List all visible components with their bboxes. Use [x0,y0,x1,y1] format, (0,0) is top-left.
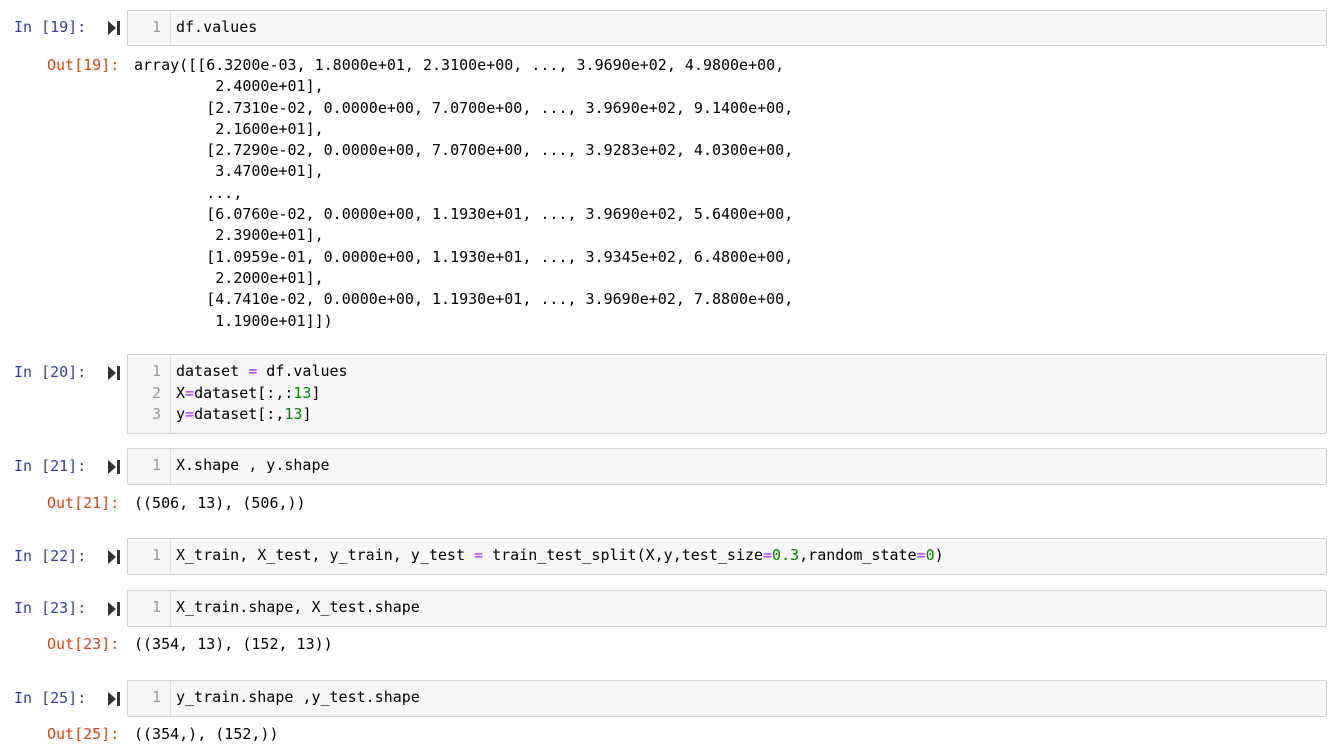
code-operator: = [185,383,195,402]
code-number: 0.3 [772,546,800,564]
line-number: 1 [151,546,161,564]
out-prompt: Out[19]: [47,56,120,74]
code-operator: = [474,546,484,564]
in-prompt: In [21]: [14,457,87,475]
code-text: dataset = df.values [176,361,348,382]
line-number: 1 [151,598,161,616]
run-cell-icon[interactable] [108,602,120,616]
code-text: y_train.shape ,y_test.shape [176,687,420,708]
code-text: y=dataset[:,13] [176,404,311,425]
code-token: X_train.shape, X_test.shape [176,598,420,616]
code-number: 13 [293,383,312,402]
line-number: 1 [151,18,161,36]
in-prompt: In [25]: [14,689,87,707]
in-prompt: In [19]: [14,18,87,36]
code-line: 1 X.shape , y.shape [128,455,1326,476]
code-editor[interactable]: 1 y_train.shape ,y_test.shape [127,680,1327,717]
code-token: ,random_state [799,546,917,564]
out-prompt: Out[25]: [47,725,120,743]
code-operator: = [248,362,258,380]
code-text: df.values [176,17,257,38]
code-token: df.values [176,18,258,36]
code-text: X_train.shape, X_test.shape [176,597,420,618]
code-token: train_test_split(X,y,test_size [483,546,764,564]
code-text: X=dataset[:,:13] [176,383,321,404]
code-number: 13 [284,405,303,423]
code-token: dataset[:,: [194,383,294,402]
line-number: 3 [151,405,161,423]
in-prompt: In [23]: [14,599,87,617]
code-editor[interactable]: 1 X.shape , y.shape [127,448,1327,485]
out-prompt: Out[23]: [47,635,120,653]
cell-output: ((506, 13), (506,)) [134,494,306,512]
code-line: 3 y=dataset[:,13] [128,404,1326,425]
code-token: X_train, X_test, y_train, y_test [176,546,475,564]
code-line: 1 dataset = df.values [128,361,1326,382]
line-number: 2 [151,383,161,402]
code-line: 1 df.values [128,17,1326,38]
code-line: 1 X_train.shape, X_test.shape [128,597,1326,618]
code-line: 2 X=dataset[:,:13] [128,383,1326,404]
code-token: dataset[:, [194,405,285,423]
code-token: ) [934,546,944,564]
code-token: dataset [176,362,249,380]
line-number: 1 [151,456,161,474]
code-editor[interactable]: 1 X_train, X_test, y_train, y_test = trai… [127,538,1327,575]
code-editor[interactable]: 1 X_train.shape, X_test.shape [127,590,1327,627]
cell-output: ((354, 13), (152, 13)) [134,635,333,653]
code-token: ] [311,383,321,402]
code-token: df.values [257,362,348,380]
code-text: X.shape , y.shape [176,455,330,476]
run-cell-icon[interactable] [108,460,120,474]
line-number: 1 [151,362,161,380]
code-token: X [176,383,186,402]
in-prompt: In [22]: [14,547,87,565]
run-cell-icon[interactable] [108,21,120,35]
code-editor[interactable]: 1 dataset = df.values 2 X=dataset[:,:13] 3 y=… [127,354,1327,434]
cell-output: array([[6.3200e-03, 1.8000e+01, 2.3100e+… [134,56,794,330]
code-operator: = [916,546,926,564]
code-operator: = [763,546,773,564]
out-prompt: Out[21]: [47,494,120,512]
code-token: y [176,405,186,423]
cell-output: ((354,), (152,)) [134,725,279,743]
code-text: X_train, X_test, y_train, y_test = train… [176,545,944,566]
run-cell-icon[interactable] [108,550,120,564]
code-token: ] [302,405,312,423]
run-cell-icon[interactable] [108,366,120,380]
code-token: X.shape , y.shape [176,456,330,474]
code-line: 1 X_train, X_test, y_train, y_test = trai… [128,545,1326,566]
code-operator: = [185,405,195,423]
code-token: y_train.shape ,y_test.shape [176,688,420,706]
in-prompt: In [20]: [14,363,87,381]
code-number: 0 [925,546,935,564]
line-number: 1 [151,688,161,706]
code-line: 1 y_train.shape ,y_test.shape [128,687,1326,708]
code-editor[interactable]: 1 df.values [127,10,1327,46]
run-cell-icon[interactable] [108,692,120,706]
